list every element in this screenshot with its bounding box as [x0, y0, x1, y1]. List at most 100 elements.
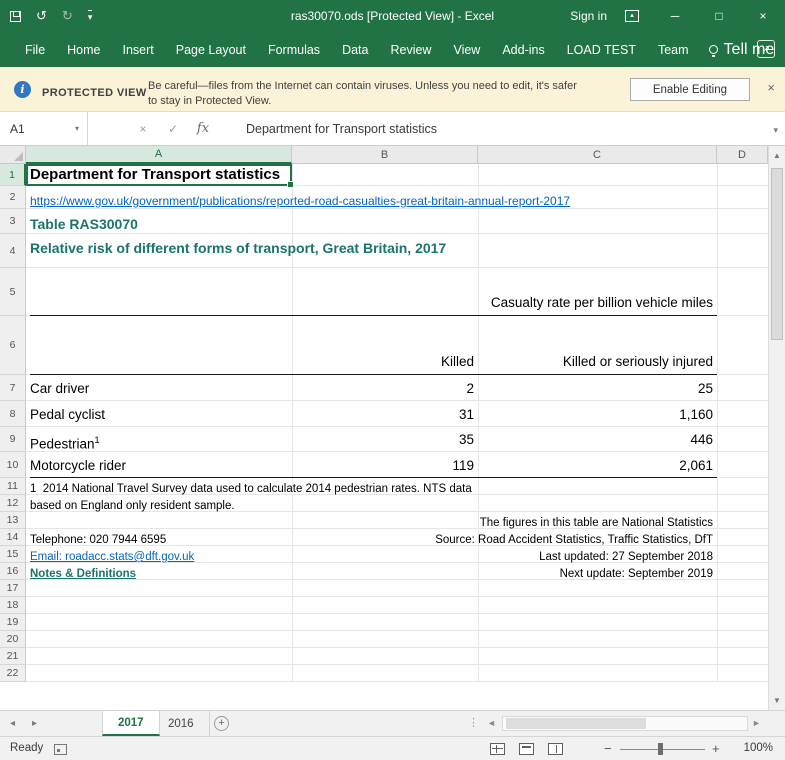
customize-qat-icon[interactable]: ▾ — [88, 10, 93, 23]
row-header-15[interactable]: 15 — [0, 546, 26, 563]
row-header-4[interactable]: 4 — [0, 234, 26, 268]
message-bar-close-icon[interactable]: × — [767, 80, 775, 95]
cell-a15-email-link[interactable]: Email: roadacc.stats@dft.gov.uk — [30, 550, 194, 565]
cell-a10[interactable]: Motorcycle rider — [30, 457, 126, 475]
row-header-13[interactable]: 13 — [0, 512, 26, 529]
enable-editing-button[interactable]: Enable Editing — [630, 78, 750, 101]
close-button[interactable]: × — [741, 0, 785, 32]
zoom-out-icon[interactable]: − — [604, 741, 612, 756]
cell-c10[interactable]: 2,061 — [380, 457, 713, 475]
row-header-11[interactable]: 11 — [0, 478, 26, 495]
row-header-16[interactable]: 16 — [0, 563, 26, 580]
scroll-down-icon[interactable]: ▼ — [769, 696, 785, 705]
row-header-1[interactable]: 1 — [0, 164, 26, 186]
formula-bar-content[interactable]: Department for Transport statistics — [246, 122, 437, 136]
row-header-5[interactable]: 5 — [0, 268, 26, 316]
cell-a4[interactable]: Relative risk of different forms of tran… — [30, 239, 446, 257]
cell-a3[interactable]: Table RAS30070 — [30, 215, 138, 233]
ribbon-tab-review[interactable]: Review — [379, 34, 442, 66]
share-icon[interactable]: ↗ — [757, 40, 775, 58]
normal-view-icon[interactable] — [490, 743, 505, 755]
column-header-b[interactable]: B — [292, 146, 478, 164]
sheet-nav-right-icon[interactable]: ▸ — [32, 718, 37, 729]
ribbon-tab-team[interactable]: Team — [647, 34, 700, 66]
name-box[interactable]: A1 ▾ — [0, 112, 88, 145]
insert-function-icon[interactable]: fx — [188, 121, 218, 136]
page-layout-view-icon[interactable] — [519, 743, 534, 755]
column-header-a[interactable]: A — [26, 146, 292, 164]
sheet-tab-2016[interactable]: 2016 — [153, 711, 210, 736]
row-header-19[interactable]: 19 — [0, 614, 26, 631]
cell-c14[interactable]: Source: Road Accident Statistics, Traffi… — [380, 533, 713, 548]
cell-c7[interactable]: 25 — [380, 380, 713, 398]
cell-c16[interactable]: Next update: September 2019 — [380, 567, 713, 582]
zoom-slider-thumb[interactable] — [658, 743, 663, 755]
column-header-c[interactable]: C — [478, 146, 717, 164]
cell-c15[interactable]: Last updated: 27 September 2018 — [380, 550, 713, 565]
redo-icon[interactable]: ↻ — [62, 8, 73, 24]
row-header-17[interactable]: 17 — [0, 580, 26, 597]
hscroll-right-icon[interactable]: ► — [752, 718, 761, 728]
formula-bar-expand-icon[interactable]: ▾ — [773, 125, 778, 136]
sign-in-button[interactable]: Sign in — [552, 9, 625, 23]
scroll-up-icon[interactable]: ▲ — [769, 151, 785, 160]
ribbon-tab-file[interactable]: File — [14, 34, 56, 66]
cell-c8[interactable]: 1,160 — [380, 406, 713, 424]
maximize-button[interactable]: □ — [697, 0, 741, 32]
horizontal-scrollbar-thumb[interactable] — [506, 718, 646, 729]
select-all-corner[interactable] — [0, 146, 26, 164]
row-header-2[interactable]: 2 — [0, 186, 26, 209]
cell-a9[interactable]: Pedestrian1 — [30, 431, 100, 454]
cell-c9[interactable]: 446 — [380, 431, 713, 449]
vertical-scrollbar[interactable]: ▲ ▼ — [768, 146, 785, 710]
row-header-22[interactable]: 22 — [0, 665, 26, 682]
row-header-12[interactable]: 12 — [0, 495, 26, 512]
ribbon-display-options-icon[interactable]: ▴ — [625, 10, 639, 22]
cell-a14[interactable]: Telephone: 020 7944 6595 — [30, 533, 166, 548]
page-break-preview-icon[interactable] — [548, 743, 563, 755]
ribbon-tab-insert[interactable]: Insert — [112, 34, 165, 66]
cell-c5[interactable]: Casualty rate per billion vehicle miles — [380, 294, 713, 312]
ribbon-tab-data[interactable]: Data — [331, 34, 379, 66]
sheet-nav-left-icon[interactable]: ◂ — [10, 718, 15, 729]
ribbon-tab-load-test[interactable]: LOAD TEST — [556, 34, 647, 66]
cell-a11-footnote[interactable]: 1 2014 National Travel Survey data used … — [30, 482, 472, 497]
vertical-scrollbar-thumb[interactable] — [771, 168, 783, 340]
add-sheet-icon[interactable]: + — [214, 716, 229, 731]
ribbon-tab-page-layout[interactable]: Page Layout — [165, 34, 257, 66]
ribbon-tab-view[interactable]: View — [442, 34, 491, 66]
column-header-d[interactable]: D — [717, 146, 768, 164]
row-header-14[interactable]: 14 — [0, 529, 26, 546]
ribbon-tab-home[interactable]: Home — [56, 34, 111, 66]
cancel-icon[interactable]: × — [128, 122, 158, 136]
hscroll-left-icon[interactable]: ◄ — [487, 718, 496, 728]
cell-c6[interactable]: Killed or seriously injured — [380, 353, 713, 371]
ribbon-tab-add-ins[interactable]: Add-ins — [491, 34, 555, 66]
tab-splitter-icon[interactable]: ⋮ — [468, 716, 479, 729]
row-header-10[interactable]: 10 — [0, 452, 26, 478]
cell-a1[interactable]: Department for Transport statistics — [30, 166, 280, 184]
cell-a8[interactable]: Pedal cyclist — [30, 406, 105, 424]
row-header-21[interactable]: 21 — [0, 648, 26, 665]
row-header-7[interactable]: 7 — [0, 375, 26, 401]
row-header-20[interactable]: 20 — [0, 631, 26, 648]
row-header-9[interactable]: 9 — [0, 427, 26, 452]
zoom-level[interactable]: 100% — [744, 742, 773, 754]
macro-record-icon[interactable] — [54, 744, 67, 755]
name-box-dropdown-icon[interactable]: ▾ — [75, 124, 79, 133]
cell-a2-hyperlink[interactable]: https://www.gov.uk/government/publicatio… — [30, 192, 570, 210]
ribbon-tab-formulas[interactable]: Formulas — [257, 34, 331, 66]
row-header-3[interactable]: 3 — [0, 209, 26, 234]
row-header-6[interactable]: 6 — [0, 316, 26, 375]
zoom-in-icon[interactable]: + — [712, 741, 720, 756]
save-icon[interactable] — [10, 11, 21, 22]
horizontal-scrollbar[interactable] — [502, 716, 748, 731]
cell-c13[interactable]: The figures in this table are National S… — [380, 516, 713, 531]
undo-icon[interactable]: ↺ — [36, 8, 47, 24]
row-header-8[interactable]: 8 — [0, 401, 26, 427]
cell-a12-footnote[interactable]: based on England only resident sample. — [30, 499, 235, 514]
cell-a7[interactable]: Car driver — [30, 380, 89, 398]
row-header-18[interactable]: 18 — [0, 597, 26, 614]
enter-icon[interactable]: ✓ — [158, 122, 188, 136]
sheet-tab-2017[interactable]: 2017 — [102, 711, 160, 736]
